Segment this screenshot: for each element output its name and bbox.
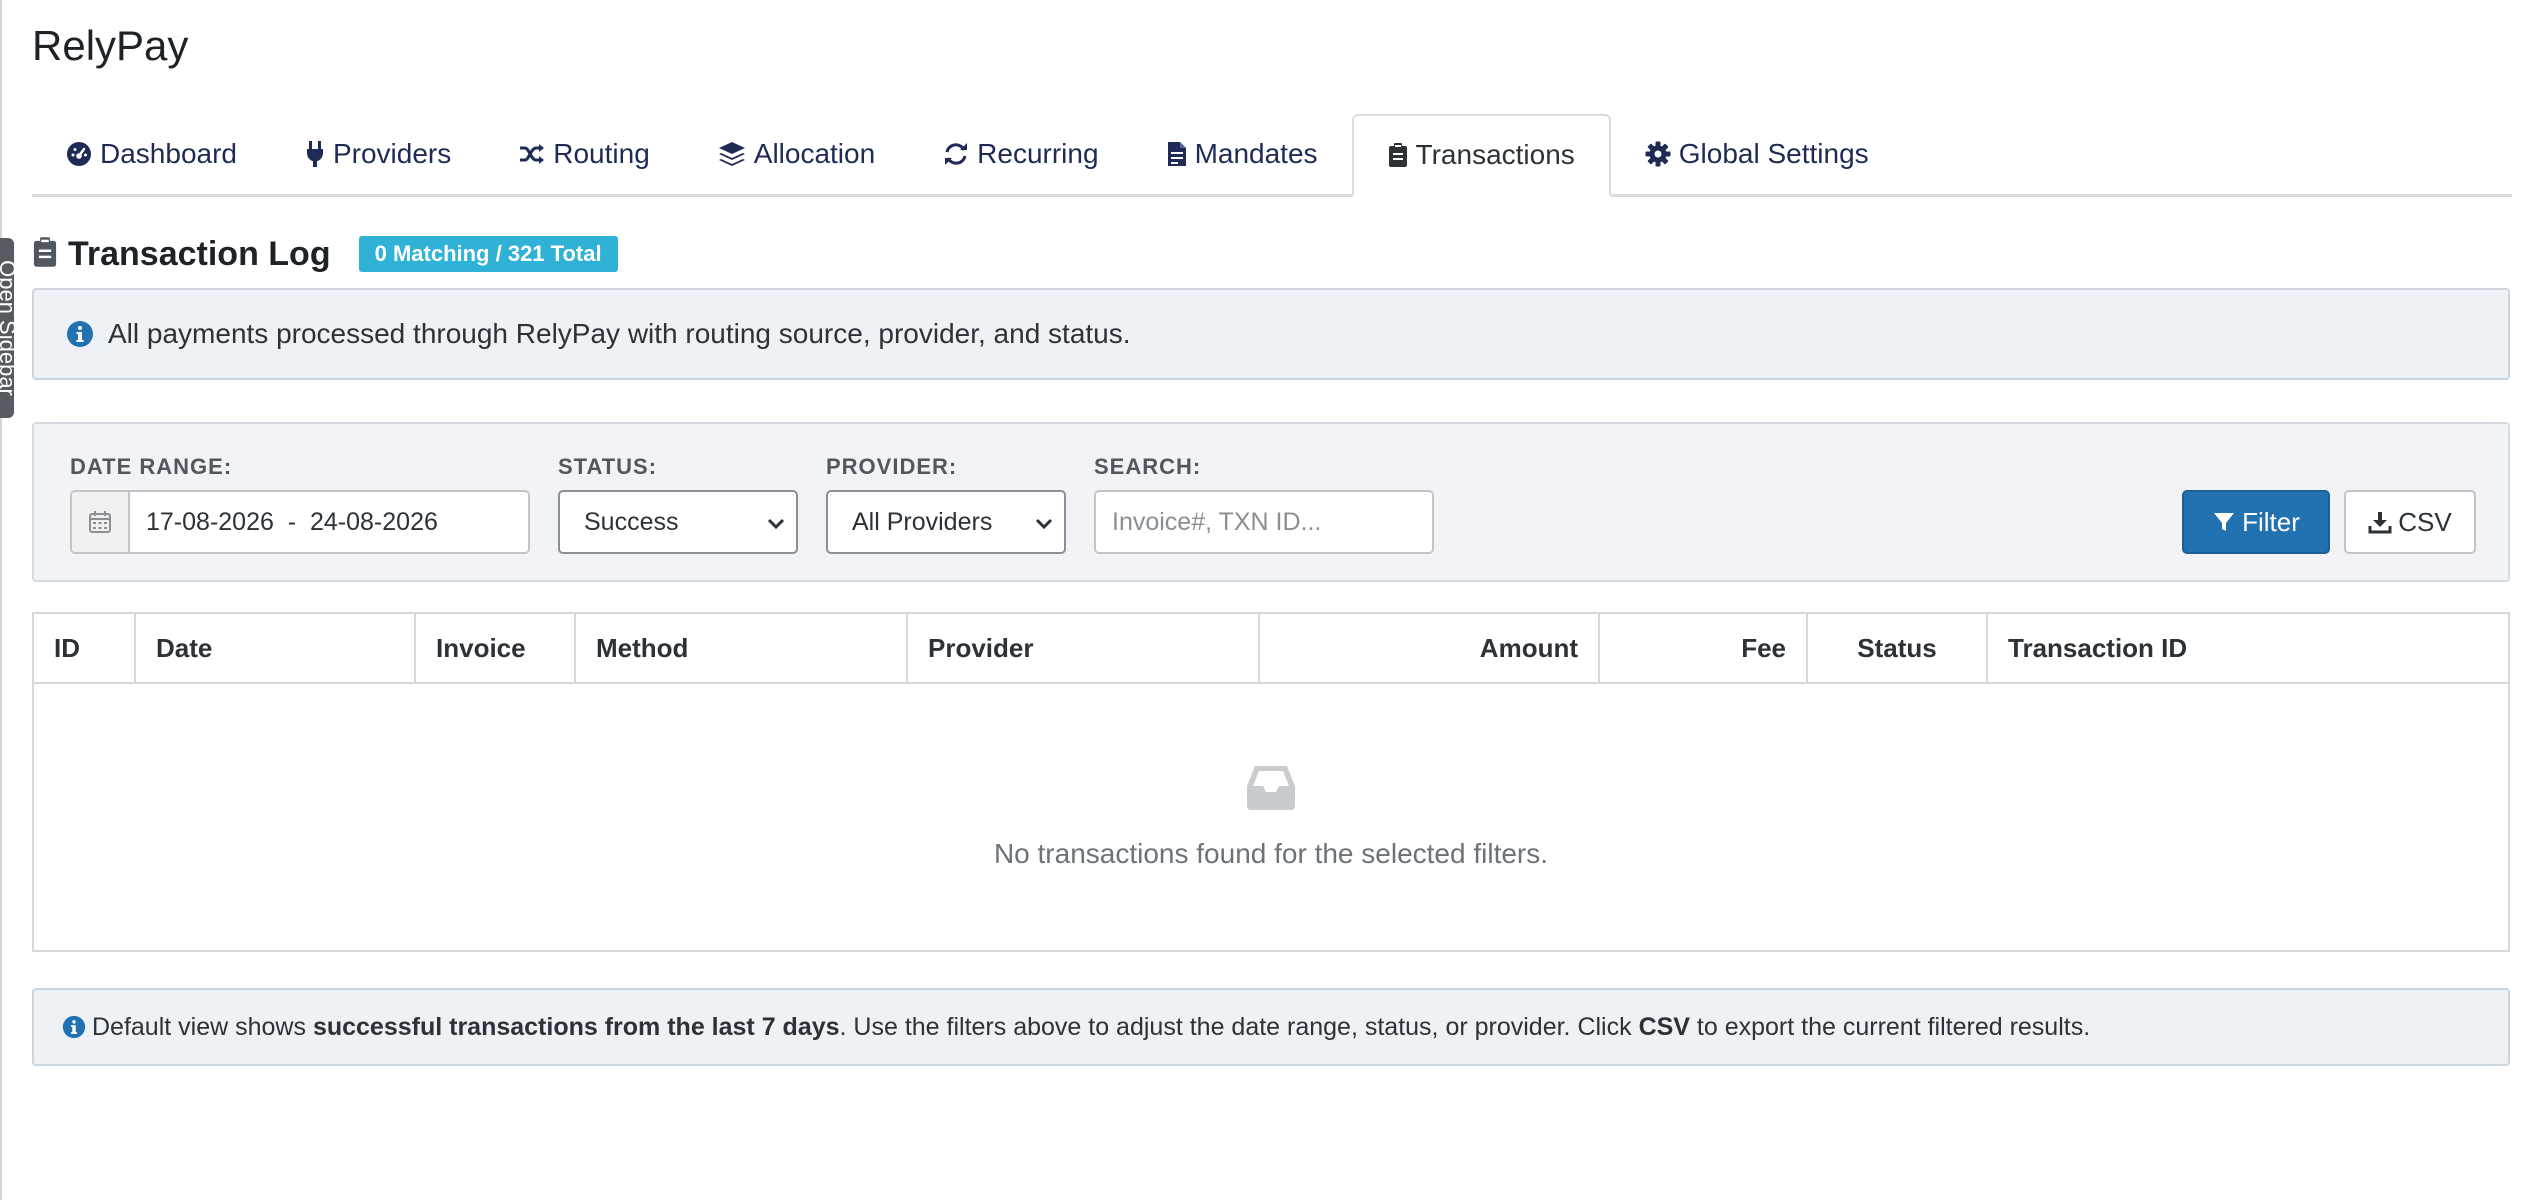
tab-global-settings-label: Global Settings	[1678, 138, 1869, 169]
plug-icon	[305, 140, 325, 168]
tab-global-settings[interactable]: Global Settings	[1611, 114, 1903, 194]
info-text: All payments processed through RelyPay w…	[108, 318, 1131, 349]
main-nav-tabs: Dashboard Providers Routing Allocation R…	[32, 114, 2512, 197]
info-icon	[66, 320, 94, 348]
filter-button-label: Filter	[2242, 506, 2300, 537]
left-border	[0, 0, 2, 1200]
gauge-icon	[66, 141, 92, 167]
status-label: STATUS:	[558, 454, 658, 479]
filter-button[interactable]: Filter	[2182, 490, 2330, 554]
chevron-down-icon	[1034, 512, 1054, 541]
tab-allocation[interactable]: Allocation	[684, 114, 909, 194]
column-header-method[interactable]: Method	[574, 614, 906, 682]
open-sidebar-toggle[interactable]: Open Sidebar	[0, 238, 14, 418]
csv-export-button[interactable]: CSV	[2344, 490, 2476, 554]
help-note-csv: CSV	[1638, 1012, 1690, 1041]
column-header-status[interactable]: Status	[1806, 614, 1986, 682]
app-title: RelyPay	[32, 22, 189, 69]
column-header-amount[interactable]: Amount	[1258, 614, 1598, 682]
provider-label: PROVIDER:	[826, 454, 958, 479]
clipboard-icon	[32, 236, 58, 273]
help-note: Default view shows successful transactio…	[32, 988, 2510, 1066]
inbox-icon	[1243, 762, 1299, 817]
date-range-label: DATE RANGE:	[70, 454, 233, 479]
column-header-provider[interactable]: Provider	[906, 614, 1258, 682]
empty-state-message: No transactions found for the selected f…	[993, 838, 1549, 869]
date-range-value: 17-08-2026 - 24-08-2026	[146, 507, 438, 536]
csv-button-label: CSV	[2398, 506, 2452, 537]
tab-providers[interactable]: Providers	[271, 114, 485, 194]
filter-icon	[2212, 510, 2236, 534]
help-note-emphasis: successful transactions from the last 7 …	[312, 1012, 840, 1041]
provider-select[interactable]: All Providers	[826, 490, 1066, 554]
page-title: Transaction Log	[68, 234, 331, 273]
status-select[interactable]: Success	[558, 490, 798, 554]
search-input[interactable]	[1094, 490, 1434, 554]
tab-transactions-label: Transactions	[1415, 139, 1575, 170]
tab-allocation-label: Allocation	[753, 138, 876, 169]
tab-recurring-label: Recurring	[977, 138, 1099, 169]
info-notice: All payments processed through RelyPay w…	[32, 288, 2510, 380]
transactions-table: ID Date Invoice Method Provider Amount F…	[32, 612, 2510, 952]
column-header-date[interactable]: Date	[134, 614, 414, 682]
gear-icon	[1645, 141, 1671, 167]
status-selected-value: Success	[584, 507, 679, 536]
tab-routing[interactable]: Routing	[485, 114, 684, 194]
column-header-transaction-id[interactable]: Transaction ID	[1986, 614, 2508, 682]
table-header: ID Date Invoice Method Provider Amount F…	[34, 614, 2508, 684]
tab-routing-label: Routing	[553, 138, 650, 169]
calendar-icon	[72, 492, 130, 552]
refresh-icon	[943, 141, 969, 167]
provider-selected-value: All Providers	[852, 507, 993, 536]
empty-state: No transactions found for the selected f…	[34, 684, 2508, 950]
tab-dashboard-label: Dashboard	[100, 138, 237, 169]
help-note-prefix: Default view shows	[92, 1012, 313, 1041]
date-range-input[interactable]: 17-08-2026 - 24-08-2026	[70, 490, 530, 554]
count-badge: 0 Matching / 321 Total	[358, 236, 618, 272]
column-header-invoice[interactable]: Invoice	[414, 614, 574, 682]
file-contract-icon	[1167, 141, 1187, 167]
download-icon	[2368, 510, 2392, 534]
tab-dashboard[interactable]: Dashboard	[32, 114, 271, 194]
tab-providers-label: Providers	[332, 138, 452, 169]
open-sidebar-label: Open Sidebar	[0, 260, 14, 396]
tab-transactions[interactable]: Transactions	[1351, 114, 1611, 197]
column-header-id[interactable]: ID	[34, 614, 134, 682]
info-icon	[62, 1015, 86, 1039]
filter-panel: DATE RANGE: 17-08-2026 - 24-08-2026 STAT…	[32, 422, 2510, 582]
page-header: Transaction Log 0 Matching / 321 Total	[32, 230, 618, 278]
shuffle-icon	[519, 142, 545, 166]
search-label: SEARCH:	[1094, 454, 1202, 479]
clipboard-icon	[1388, 142, 1408, 168]
help-note-middle: . Use the filters above to adjust the da…	[839, 1012, 1639, 1041]
chevron-down-icon	[766, 512, 786, 541]
layers-icon	[718, 141, 746, 167]
column-header-fee[interactable]: Fee	[1598, 614, 1806, 682]
help-note-suffix: to export the current filtered results.	[1689, 1012, 2091, 1041]
tab-mandates-label: Mandates	[1194, 138, 1318, 169]
tab-recurring[interactable]: Recurring	[909, 114, 1132, 194]
tab-mandates[interactable]: Mandates	[1133, 114, 1352, 194]
